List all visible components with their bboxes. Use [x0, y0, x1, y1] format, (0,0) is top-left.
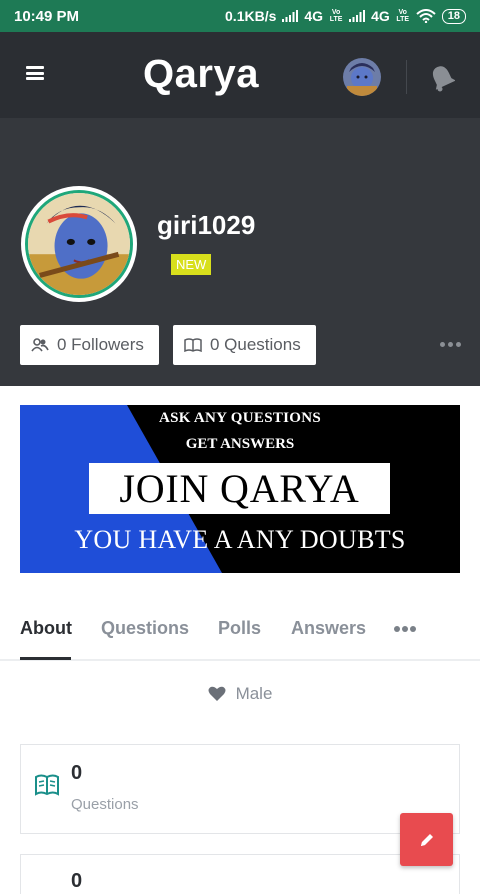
signal-bars-icon	[282, 10, 299, 22]
profile-tabs: About Questions Polls Answers	[0, 600, 480, 661]
pencil-icon	[420, 833, 433, 846]
followers-button[interactable]: 0 Followers	[20, 325, 159, 365]
book-icon	[184, 338, 202, 352]
profile-header: giri1029 NEW 0 Followers 0 Questions	[0, 118, 480, 386]
volte-1: Vo LTE	[329, 9, 343, 23]
tab-questions[interactable]: Questions	[101, 618, 189, 639]
network-speed: 0.1KB/s	[225, 8, 277, 24]
questions-button[interactable]: 0 Questions	[173, 325, 316, 365]
tab-answers[interactable]: Answers	[291, 618, 366, 639]
app-bar: Qarya	[0, 32, 480, 118]
tabs-more-icon[interactable]	[394, 626, 416, 632]
tab-about[interactable]: About	[20, 618, 72, 639]
status-time: 10:49 PM	[14, 8, 80, 25]
volte-2: Vo LTE	[396, 9, 410, 23]
questions-count-label: Questions	[71, 796, 139, 813]
signal-type-2: 4G	[371, 8, 390, 24]
questions-count: 0	[71, 762, 83, 784]
battery-icon: 18	[441, 8, 466, 24]
gender-label: Male	[235, 684, 273, 703]
app-title[interactable]: Qarya	[0, 52, 402, 97]
compose-fab[interactable]	[400, 813, 453, 866]
stat-2-count: 0	[71, 870, 83, 892]
status-bar: 10:49 PM 0.1KB/s 4G Vo LTE 4G Vo LTE 18	[0, 0, 480, 32]
active-tab-indicator	[20, 657, 71, 660]
notifications-bell-icon[interactable]	[429, 62, 455, 92]
stat-card-2: 0	[20, 854, 460, 894]
gender-row: Male	[0, 684, 480, 704]
questions-label: 0 Questions	[210, 335, 301, 354]
followers-label: 0 Followers	[57, 335, 144, 354]
new-badge: NEW	[171, 254, 212, 275]
app-bar-divider	[406, 60, 407, 94]
signal-type-1: 4G	[304, 8, 324, 24]
stat-card-questions: 0 Questions	[20, 744, 460, 834]
profile-avatar[interactable]	[21, 186, 137, 302]
promo-banner[interactable]: ASK ANY QUESTIONS GET ANSWERS JOIN QARYA…	[20, 405, 460, 573]
profile-more-icon[interactable]	[440, 342, 461, 347]
banner-line-1: ASK ANY QUESTIONS	[158, 410, 322, 426]
signal-bars-icon	[349, 10, 366, 22]
book-icon	[35, 774, 59, 796]
banner-line-3: YOU HAVE A ANY DOUBTS	[74, 525, 406, 554]
heart-icon	[208, 686, 226, 701]
banner-headline: JOIN QARYA	[89, 463, 390, 514]
user-avatar[interactable]	[343, 58, 381, 96]
banner-line-2: GET ANSWERS	[185, 436, 295, 452]
profile-username: giri1029	[157, 210, 256, 240]
status-icons: 0.1KB/s 4G Vo LTE 4G Vo LTE 18	[225, 8, 466, 24]
wifi-icon	[416, 9, 436, 23]
users-icon	[31, 338, 49, 352]
tab-polls[interactable]: Polls	[218, 618, 261, 639]
